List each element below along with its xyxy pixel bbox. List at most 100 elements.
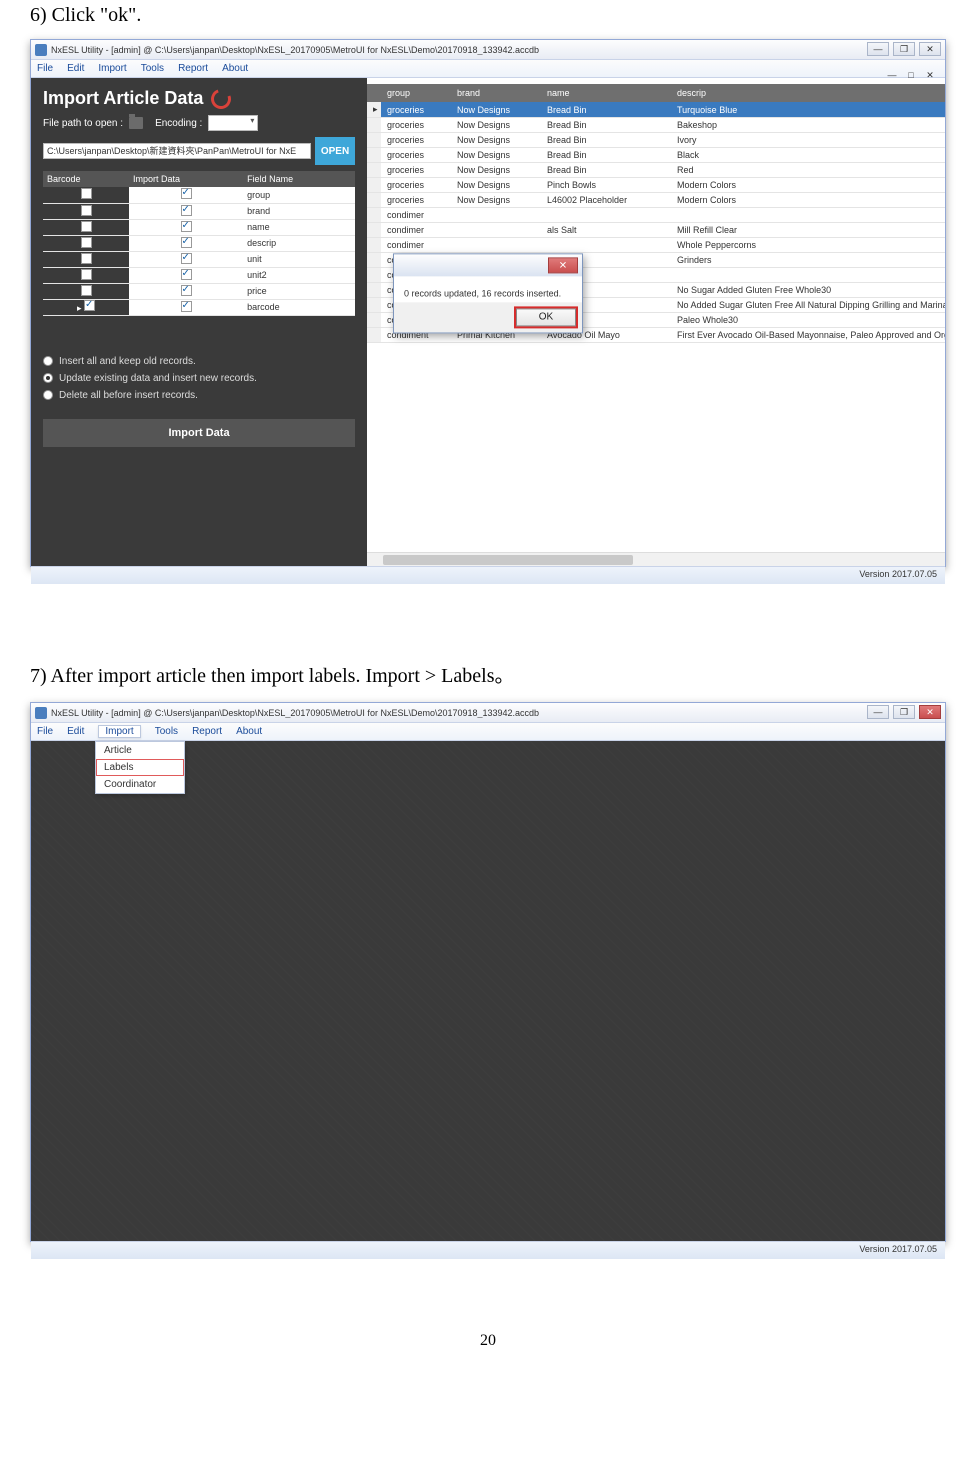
menu-report[interactable]: Report	[192, 726, 222, 737]
sub-max-icon[interactable]: □	[904, 70, 918, 82]
sub-close-icon[interactable]: ✕	[923, 70, 937, 82]
window-titlebar: NxESL Utility - [admin] @ C:\Users\janpa…	[31, 703, 945, 723]
fieldname: unit2	[243, 267, 355, 283]
file-path-label: File path to open :	[43, 118, 123, 129]
open-button[interactable]: OPEN	[315, 137, 355, 165]
import-panel: Import Article Data File path to open : …	[31, 78, 367, 566]
status-bar: Version 2017.07.05	[31, 566, 945, 584]
step-7-heading: 7) After import article then import labe…	[30, 659, 946, 688]
cell: groceries	[381, 163, 451, 178]
table-row[interactable]: ▸groceriesNow DesignsBread BinTurquoise …	[367, 102, 945, 118]
chk-barcode[interactable]	[81, 205, 92, 216]
cell: groceries	[381, 133, 451, 148]
panel-title: Import Article Data	[43, 88, 355, 109]
chk-barcode[interactable]	[84, 300, 95, 311]
table-row[interactable]: condimerals SaltMill Refill Clear	[367, 223, 945, 238]
cell	[541, 238, 671, 253]
chk-import[interactable]	[181, 237, 192, 248]
ok-button[interactable]: OK	[516, 308, 576, 326]
cell: Modern Colors	[671, 193, 945, 208]
cell: groceries	[381, 178, 451, 193]
table-row[interactable]: groceriesNow DesignsBread BinBlack	[367, 148, 945, 163]
cell	[451, 238, 541, 253]
radio-insert-all[interactable]: Insert all and keep old records.	[43, 356, 355, 367]
chk-import[interactable]	[181, 301, 192, 312]
cell	[671, 208, 945, 223]
app-icon	[35, 44, 47, 56]
workspace-bg	[31, 741, 945, 1241]
menu-tools[interactable]: Tools	[141, 63, 164, 74]
menu-file[interactable]: File	[37, 63, 53, 74]
horizontal-scrollbar[interactable]	[367, 552, 945, 566]
chk-barcode[interactable]	[81, 188, 92, 199]
fieldname: barcode	[243, 299, 355, 315]
cell: Bread Bin	[541, 163, 671, 178]
maximize-button[interactable]: ❐	[893, 42, 915, 56]
cell: groceries	[381, 148, 451, 163]
fieldname: unit	[243, 251, 355, 267]
step-6-heading: 6) Click "ok".	[30, 4, 946, 27]
chk-import[interactable]	[181, 188, 192, 199]
cell: condimer	[381, 223, 451, 238]
menu-import[interactable]: Import	[98, 725, 140, 738]
menu-tools[interactable]: Tools	[155, 726, 178, 737]
menu-about[interactable]: About	[222, 63, 248, 74]
dialog-message: 0 records updated, 16 records inserted.	[394, 276, 582, 302]
encoding-dropdown[interactable]	[208, 115, 258, 131]
table-row[interactable]: groceriesNow DesignsPinch BowlsModern Co…	[367, 178, 945, 193]
folder-icon[interactable]	[129, 117, 143, 129]
cell: groceries	[381, 118, 451, 133]
sub-min-icon[interactable]: —	[885, 70, 899, 82]
window-title: NxESL Utility - [admin] @ C:\Users\janpa…	[51, 708, 539, 718]
menu-about[interactable]: About	[236, 726, 262, 737]
screenshot-2: NxESL Utility - [admin] @ C:\Users\janpa…	[30, 702, 946, 1242]
fieldname: name	[243, 219, 355, 235]
file-path-input[interactable]: C:\Users\janpan\Desktop\新建資料夾\PanPan\Met…	[43, 143, 311, 159]
dialog-close-button[interactable]: ✕	[548, 257, 578, 273]
minimize-button[interactable]: —	[867, 705, 889, 719]
chk-barcode[interactable]	[81, 269, 92, 280]
table-row[interactable]: groceriesNow DesignsL46002 PlaceholderMo…	[367, 193, 945, 208]
chk-barcode[interactable]	[81, 253, 92, 264]
import-data-button[interactable]: Import Data	[43, 419, 355, 447]
menu-report[interactable]: Report	[178, 63, 208, 74]
window-title: NxESL Utility - [admin] @ C:\Users\janpa…	[51, 45, 539, 55]
cell: Grinders	[671, 253, 945, 268]
close-button[interactable]: ✕	[919, 705, 941, 719]
cell: No Added Sugar Gluten Free All Natural D…	[671, 298, 945, 313]
menu-edit[interactable]: Edit	[67, 726, 84, 737]
cell: Now Designs	[451, 118, 541, 133]
radio-update[interactable]: Update existing data and insert new reco…	[43, 373, 355, 384]
menu-import[interactable]: Import	[98, 63, 126, 74]
chk-barcode[interactable]	[81, 285, 92, 296]
chk-import[interactable]	[181, 269, 192, 280]
cell: Bread Bin	[541, 148, 671, 163]
table-row[interactable]: condimerWhole Peppercorns	[367, 238, 945, 253]
refresh-icon[interactable]	[208, 85, 235, 112]
chk-import[interactable]	[181, 221, 192, 232]
chk-barcode[interactable]	[81, 237, 92, 248]
minimize-button[interactable]: —	[867, 42, 889, 56]
grid-header: name	[541, 84, 671, 102]
chk-import[interactable]	[181, 253, 192, 264]
menu-file[interactable]: File	[37, 726, 53, 737]
radio-delete-all[interactable]: Delete all before insert records.	[43, 390, 355, 401]
menu-edit[interactable]: Edit	[67, 63, 84, 74]
chk-import[interactable]	[181, 285, 192, 296]
menu-item-labels[interactable]: Labels	[96, 759, 184, 776]
table-row[interactable]: groceriesNow DesignsBread BinBakeshop	[367, 118, 945, 133]
cell	[541, 208, 671, 223]
table-row[interactable]: groceriesNow DesignsBread BinIvory	[367, 133, 945, 148]
dialog-titlebar: ✕	[394, 254, 582, 276]
maximize-button[interactable]: ❐	[893, 705, 915, 719]
table-row[interactable]: condimer	[367, 208, 945, 223]
menu-item-article[interactable]: Article	[96, 742, 184, 759]
grid-header: group	[381, 84, 451, 102]
chk-barcode[interactable]	[81, 221, 92, 232]
table-row[interactable]: groceriesNow DesignsBread BinRed	[367, 163, 945, 178]
menu-item-coordinator[interactable]: Coordinator	[96, 776, 184, 793]
close-button[interactable]: ✕	[919, 42, 941, 56]
col-fieldname: Field Name	[243, 171, 355, 187]
fieldname: brand	[243, 203, 355, 219]
chk-import[interactable]	[181, 205, 192, 216]
